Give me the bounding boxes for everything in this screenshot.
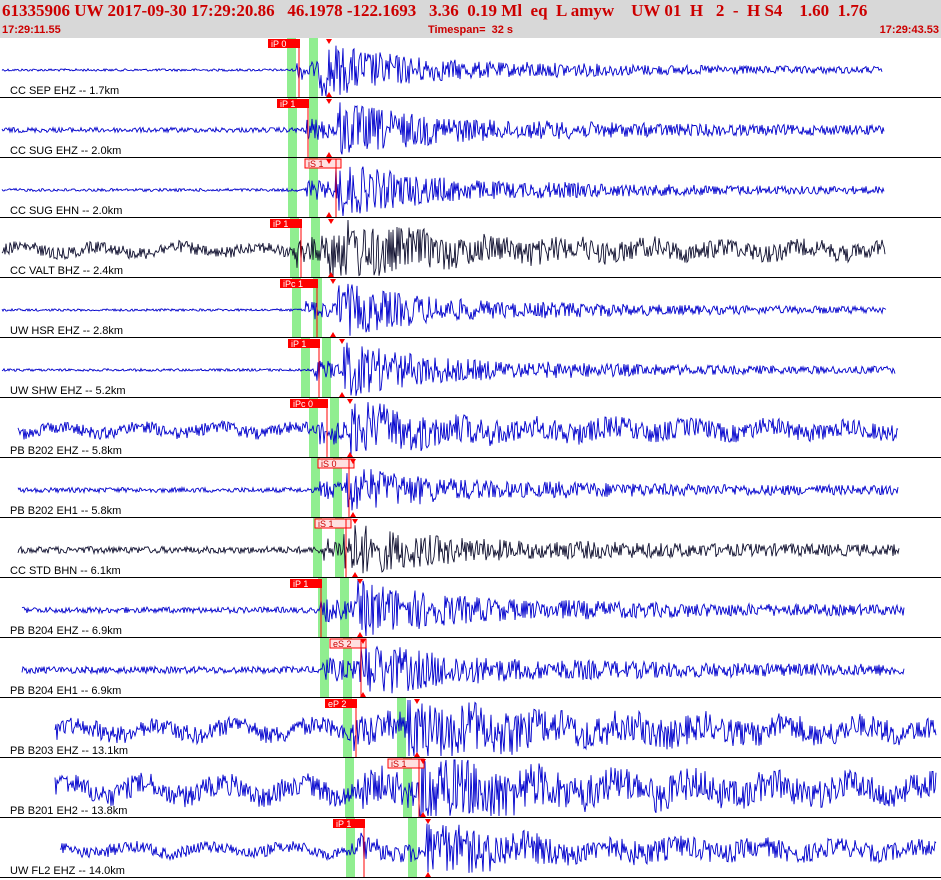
arrival-marker <box>326 99 332 104</box>
channel-label: PB B202 EHZ -- 5.8km <box>10 445 122 457</box>
waveform <box>1 102 885 155</box>
channel-label: CC VALT BHZ -- 2.4km <box>10 265 123 277</box>
trace-row[interactable]: iS 1 CC SUG EHN -- 2.0km <box>0 158 941 218</box>
waveform <box>1 219 886 277</box>
channel-label: CC SUG EHN -- 2.0km <box>10 205 122 217</box>
waveform <box>17 402 899 457</box>
arrival-marker <box>326 92 332 97</box>
seismogram-panel[interactable]: iP 0 CC SEP EHZ -- 1.7km iP 1 CC SUG EHZ --… <box>0 38 941 880</box>
pick-label: iPc 0 <box>293 399 313 409</box>
pick-label: iP 1 <box>273 219 288 229</box>
pick-label: iS 1 <box>318 519 334 529</box>
trace-row[interactable]: iS 0 PB B202 EH1 -- 5.8km <box>0 458 941 518</box>
waveform <box>1 342 896 396</box>
arrival-marker <box>425 819 431 824</box>
channel-label: PB B204 EHZ -- 6.9km <box>10 625 122 637</box>
waveform <box>54 759 937 817</box>
trace-row[interactable]: iP 1 CC VALT BHZ -- 2.4km <box>0 218 941 278</box>
trace-row[interactable]: iP 1 CC SUG EHZ -- 2.0km <box>0 98 941 158</box>
arrival-marker <box>326 212 332 217</box>
waveform <box>21 643 905 694</box>
pick-label: iP 1 <box>293 579 308 589</box>
pick-label: iS 1 <box>308 159 324 169</box>
pick-label: iP 0 <box>271 39 286 49</box>
waveform <box>21 580 905 637</box>
channel-label: PB B202 EH1 -- 5.8km <box>10 505 121 517</box>
arrival-marker <box>352 519 358 524</box>
arrival-marker <box>425 872 431 877</box>
trace-row[interactable]: iS 1 CC STD BHN -- 6.1km <box>0 518 941 578</box>
channel-label: CC SUG EHZ -- 2.0km <box>10 145 121 157</box>
trace-row[interactable]: eP 2 PB B203 EHZ -- 13.1km <box>0 698 941 758</box>
end-time: 17:29:43.53 <box>879 24 939 36</box>
channel-label: PB B203 EHZ -- 13.1km <box>10 745 128 757</box>
arrival-marker <box>339 392 345 397</box>
pick-label: iS 1 <box>391 759 407 769</box>
trace-row[interactable]: iS 1 PB B201 EH2 -- 13.8km <box>0 758 941 818</box>
trace-row[interactable]: iP 1 UW SHW EHZ -- 5.2km <box>0 338 941 398</box>
waveform <box>1 283 887 336</box>
arrival-marker <box>414 699 420 704</box>
arrival-marker <box>326 39 332 44</box>
arrival-marker <box>357 632 363 637</box>
waveform <box>1 45 883 97</box>
arrival-marker <box>414 752 420 757</box>
pick-label: eP 2 <box>328 699 346 709</box>
waveform <box>17 525 900 574</box>
waveform <box>1 165 885 217</box>
channel-label: CC SEP EHZ -- 1.7km <box>10 85 119 97</box>
waveform <box>59 823 937 873</box>
arrival-marker <box>328 219 334 224</box>
timespan-label: Timespan= 32 s <box>427 24 514 36</box>
waveform <box>17 469 899 511</box>
waveform <box>54 699 937 757</box>
arrival-marker <box>347 399 353 404</box>
channel-label: PB B201 EH2 -- 13.8km <box>10 805 127 817</box>
phase-pick[interactable]: iP 1 <box>290 579 322 638</box>
channel-label: PB B204 EH1 -- 6.9km <box>10 685 121 697</box>
event-summary-line: 61335906 UW 2017-09-30 17:29:20.86 46.19… <box>2 1 868 20</box>
pick-window-band <box>288 158 297 218</box>
arrival-marker <box>330 332 336 337</box>
pick-label: iP 1 <box>291 339 306 349</box>
pick-window-band <box>330 398 339 458</box>
pick-label: iP 1 <box>280 99 295 109</box>
arrival-marker <box>350 512 356 517</box>
pick-window-band <box>408 818 417 878</box>
pick-label: eS 2 <box>333 639 352 649</box>
trace-row[interactable]: iPc 1 UW HSR EHZ -- 2.8km <box>0 278 941 338</box>
arrival-marker <box>326 152 332 157</box>
channel-label: UW HSR EHZ -- 2.8km <box>10 325 123 337</box>
trace-row[interactable]: iP 1 UW FL2 EHZ -- 14.0km <box>0 818 941 878</box>
pick-label: iPc 1 <box>283 279 303 289</box>
arrival-marker <box>330 279 336 284</box>
arrival-marker <box>339 339 345 344</box>
arrival-marker <box>347 452 353 457</box>
trace-row[interactable]: eS 2 PB B204 EH1 -- 6.9km <box>0 638 941 698</box>
arrival-marker <box>352 572 358 577</box>
event-header: 61335906 UW 2017-09-30 17:29:20.86 46.19… <box>0 0 941 38</box>
channel-label: UW SHW EHZ -- 5.2km <box>10 385 126 397</box>
channel-label: CC STD BHN -- 6.1km <box>10 565 121 577</box>
pick-label: iS 0 <box>321 459 337 469</box>
trace-row[interactable]: iP 0 CC SEP EHZ -- 1.7km <box>0 38 941 98</box>
trace-row[interactable]: iPc 0 PB B202 EHZ -- 5.8km <box>0 398 941 458</box>
pick-label: iP 1 <box>336 819 351 829</box>
channel-label: UW FL2 EHZ -- 14.0km <box>10 865 125 877</box>
trace-row[interactable]: iP 1 PB B204 EHZ -- 6.9km <box>0 578 941 638</box>
